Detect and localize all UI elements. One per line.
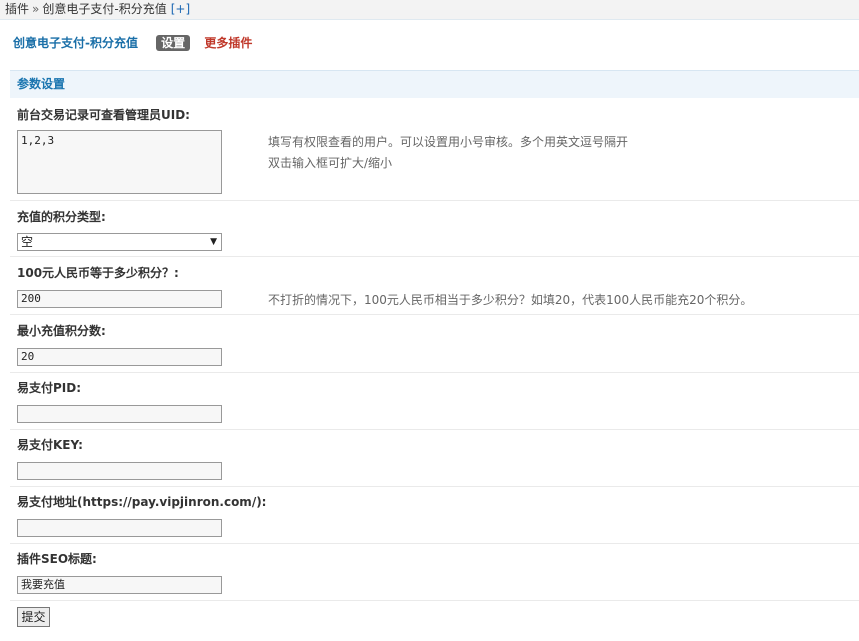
admin-uid-label: 前台交易记录可查看管理员UID: <box>17 108 190 122</box>
rate-label: 100元人民币等于多少积分？: <box>17 266 179 280</box>
more-plugins-link[interactable]: 更多插件 <box>204 36 252 50</box>
row-divider <box>10 486 859 487</box>
url-label: 易支付地址(https://pay.vipjinron.com/): <box>17 495 267 509</box>
pid-input[interactable] <box>17 405 222 423</box>
pid-label: 易支付PID: <box>17 381 82 395</box>
admin-uid-tip-2: 双击输入框可扩大/缩小 <box>268 156 393 170</box>
key-input[interactable] <box>17 462 222 480</box>
min-credit-input[interactable]: 20 <box>17 348 222 366</box>
credit-type-label: 充值的积分类型: <box>17 210 106 224</box>
section-title: 参数设置 <box>10 70 859 98</box>
breadcrumb-root[interactable]: 插件 <box>5 2 29 16</box>
plugin-toolbar: 创意电子支付-积分充值 设置 更多插件 <box>13 34 252 52</box>
breadcrumb-separator: » <box>32 2 40 16</box>
admin-uid-textarea[interactable]: 1,2,3 <box>17 130 222 194</box>
min-credit-label: 最小充值积分数: <box>17 324 106 338</box>
row-divider <box>10 429 859 430</box>
submit-button[interactable]: 提交 <box>17 607 50 627</box>
admin-uid-tip: 填写有权限查看的用户。可以设置用小号审核。多个用英文逗号隔开 <box>268 135 629 149</box>
dropdown-arrow-icon: ▼ <box>210 237 217 247</box>
breadcrumb: 插件» 创意电子支付-积分充值 [+] <box>0 0 859 20</box>
key-label: 易支付KEY: <box>17 438 83 452</box>
rate-input[interactable]: 200 <box>17 290 222 308</box>
url-input[interactable] <box>17 519 222 537</box>
seo-title-input[interactable]: 我要充值 <box>17 576 222 594</box>
add-shortcut-link[interactable]: [+] <box>171 2 190 16</box>
seo-title-label: 插件SEO标题: <box>17 552 97 566</box>
breadcrumb-current: 创意电子支付-积分充值 <box>42 2 167 16</box>
row-divider <box>10 314 859 315</box>
row-divider <box>10 543 859 544</box>
rate-tip: 不打折的情况下，100元人民币相当于多少积分？如填20，代表100人民币能充20… <box>268 293 753 307</box>
credit-type-select[interactable]: 空 ▼ <box>17 233 222 251</box>
row-divider <box>10 200 859 201</box>
row-divider <box>10 600 859 601</box>
row-divider <box>10 372 859 373</box>
settings-tab[interactable]: 设置 <box>156 35 191 51</box>
row-divider <box>10 256 859 257</box>
plugin-name-link[interactable]: 创意电子支付-积分充值 <box>13 36 138 50</box>
credit-type-value: 空 <box>21 235 34 249</box>
